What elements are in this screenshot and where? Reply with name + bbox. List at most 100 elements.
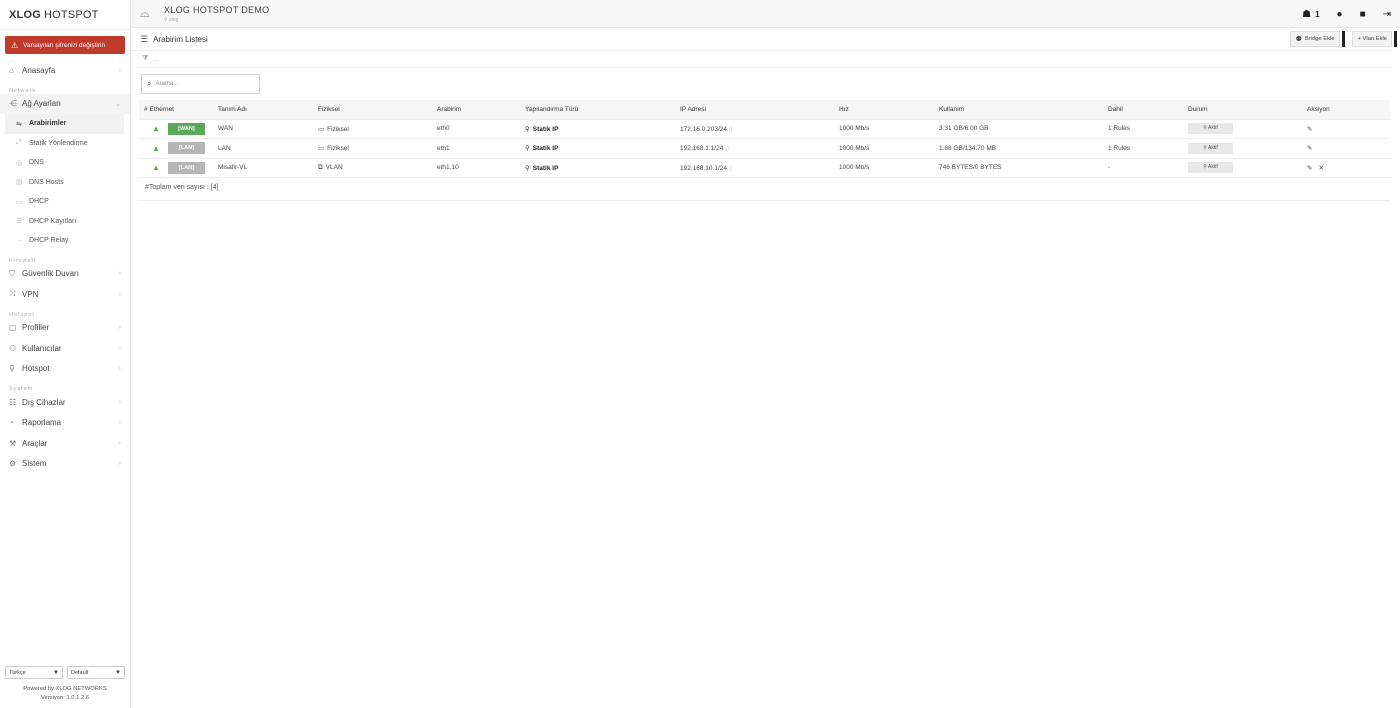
col-header[interactable]: Fiziksel — [313, 100, 432, 120]
sidebar-item-label: DHCP Relay — [29, 237, 69, 245]
notifications-button[interactable]: ☗ 1 — [1302, 9, 1319, 20]
sidebar-item-hotspot[interactable]: ⚲ Hotspot › — [0, 359, 130, 380]
delete-icon[interactable]: ✕ — [1318, 165, 1323, 172]
col-header[interactable]: Dahil — [1103, 100, 1183, 120]
server-icon: ☷ — [9, 397, 17, 407]
add-bridge-button[interactable]: ⚉ Bridge Ekle — [1289, 31, 1345, 47]
globe-icon: ◎ — [16, 159, 23, 167]
cell-iface: eth1.10 — [432, 158, 520, 178]
sidebar-subitem-dhcp[interactable]: ▭ DHCP — [0, 192, 130, 212]
info-icon[interactable]: ● — [1337, 9, 1343, 20]
search-icon: ⌕ — [147, 79, 152, 88]
chevron-down-icon: ⌄ — [115, 100, 121, 108]
chevron-right-icon: › — [118, 460, 121, 468]
col-header[interactable]: Hız — [834, 100, 934, 120]
total-count: #Toplam veri sayısı : [4] — [145, 184, 219, 191]
col-header[interactable]: Yapılandırma Türü — [520, 100, 675, 120]
edit-icon[interactable]: ✎ — [1307, 145, 1312, 152]
cell-physical: Fiziksel — [327, 145, 349, 153]
table-header-row: # Ethernet Tanım Adı Fiziksel Arabirim Y… — [139, 100, 1390, 120]
cell-name: Misafir-VL — [213, 158, 313, 178]
cell-usage: 3.31 GB/6.00 GB — [934, 119, 1103, 139]
cell-physical: VLAN — [325, 163, 343, 171]
sidebar-subitem-static-routing[interactable]: ⤢ Statik Yönlendirme — [0, 134, 130, 154]
sidebar-subitem-dhcp-records[interactable]: ☰ DHCP Kayıtları — [0, 212, 130, 232]
sidebar-item-label: VPN — [22, 289, 39, 299]
router-icon: ⌓ — [140, 6, 150, 20]
physical-icon: ▭ — [318, 145, 325, 153]
network-icon: ⋲ — [9, 99, 17, 109]
logout-icon[interactable]: ⇥ — [1383, 9, 1391, 20]
cell-included: - — [1103, 158, 1183, 178]
vlan-icon: ⧉ — [318, 163, 323, 171]
sidebar-subitem-dns[interactable]: ◎ DNS — [0, 153, 130, 173]
brand-logo[interactable]: XLOG HOTSPOT — [0, 0, 130, 30]
sidebar-subitem-dns-hosts[interactable]: ▤ DNS Hosts — [0, 173, 130, 193]
shield-icon: ⛉ — [9, 268, 15, 278]
sidebar-item-home[interactable]: ⌂ Anasayfa › — [0, 60, 130, 81]
sidebar-subitem-dhcp-relay[interactable]: → DHCP Relay — [0, 231, 130, 251]
add-vlan-button[interactable]: + Vlan Ekle — [1351, 31, 1397, 47]
copy-icon[interactable]: ▯ — [725, 145, 729, 152]
col-header[interactable]: IP Adresi — [675, 100, 834, 120]
sidebar-item-label: Arabirimler — [29, 120, 67, 128]
interfaces-table: # Ethernet Tanım Adı Fiziksel Arabirim Y… — [139, 100, 1390, 178]
bridge-icon: ⚉ — [1295, 36, 1302, 43]
col-header[interactable]: Arabirim — [432, 100, 520, 120]
col-header[interactable]: Durum — [1183, 100, 1302, 120]
sidebar-item-network-settings[interactable]: ⋲ Ağ Ayarları ⌄ — [0, 93, 130, 114]
sidebar-item-vpn[interactable]: ⤨ VPN › — [0, 284, 130, 305]
change-password-alert-button[interactable]: ⚠ Varsayılan şifrenizi değiştirin — [5, 36, 125, 54]
sidebar-item-system[interactable]: ⚙ Sistem › — [0, 454, 130, 475]
col-header[interactable]: Kullanım — [934, 100, 1103, 120]
chevron-right-icon: › — [118, 344, 121, 352]
sidebar-item-label: Ağ Ayarları — [22, 99, 61, 109]
chevron-right-icon: › — [118, 270, 121, 278]
theme-select[interactable]: Default ▼ — [67, 666, 125, 679]
sidebar-item-label: Statik Yönlendirme — [29, 139, 88, 147]
physical-icon: ▭ — [318, 125, 325, 133]
cell-speed: 1000 Mb/s — [834, 138, 934, 159]
filter-label: ... — [152, 55, 159, 63]
section-network: Network — [9, 87, 37, 94]
sidebar-item-users[interactable]: ⚇ Kullanıcılar › — [0, 338, 130, 359]
cell-ip: 192.168.10.1/24 — [680, 164, 727, 172]
sidebar-item-label: Hotspot — [22, 364, 50, 374]
section-firewall: Firewall — [9, 257, 36, 264]
col-header[interactable]: Tanım Adı — [213, 100, 313, 120]
status-badge: ⚲ Aktif — [1188, 123, 1233, 135]
status-text: Aktif — [1208, 125, 1218, 132]
sidebar-item-tools[interactable]: ⚒ Araçlar › — [0, 433, 130, 454]
caret-down-icon: ▼ — [53, 669, 59, 676]
edit-icon[interactable]: ✎ — [1307, 126, 1312, 133]
sidebar-item-label: Dış Cihazlar — [22, 397, 66, 407]
col-header[interactable]: Aksiyon — [1302, 100, 1390, 120]
sidebar-item-reports[interactable]: ◔ Raporlama › — [0, 413, 130, 434]
cell-included: 1 Rules — [1103, 138, 1183, 159]
filter-toggle[interactable]: ⧩ ... — [131, 51, 1392, 68]
sidebar-item-profiles[interactable]: ▢ Profiller › — [0, 318, 130, 339]
col-header[interactable]: # Ethernet — [139, 100, 213, 120]
sidebar-item-firewall[interactable]: ⛉ Güvenlik Duvarı › — [0, 264, 130, 285]
search-placeholder: Arama... — [155, 81, 179, 87]
copy-icon[interactable]: ▯ — [729, 165, 733, 172]
save-icon[interactable]: ■ — [1360, 9, 1366, 20]
chevron-right-icon: › — [118, 290, 121, 298]
powered-by: Powered by XLOG NETWORKS — [23, 686, 107, 692]
device-title: XLOG HOTSPOT DEMO — [164, 4, 270, 15]
search-input[interactable]: ⌕ Arama... — [141, 74, 260, 94]
wan-badge: [WAN] — [167, 122, 205, 135]
sidebar-subitem-interfaces[interactable]: ⇋ Arabirimler — [5, 114, 124, 134]
pin-icon: ⚲ — [525, 164, 530, 172]
brand-rest: HOTSPOT — [43, 8, 99, 21]
language-select[interactable]: Türkçe ▼ — [5, 666, 63, 679]
sidebar-item-external-devices[interactable]: ☷ Dış Cihazlar › — [0, 392, 130, 413]
sidebar: XLOG HOTSPOT ⚠ Varsayılan şifrenizi deği… — [0, 0, 131, 708]
edit-icon[interactable]: ✎ — [1307, 165, 1312, 172]
section-system: System — [9, 386, 34, 392]
lan-badge: [LAN] — [167, 142, 205, 155]
pin-icon: ⚲ — [525, 145, 530, 153]
copy-icon[interactable]: ▯ — [729, 126, 733, 133]
chevron-right-icon: › — [118, 365, 121, 373]
dhcp-icon: ▭ — [16, 198, 23, 206]
